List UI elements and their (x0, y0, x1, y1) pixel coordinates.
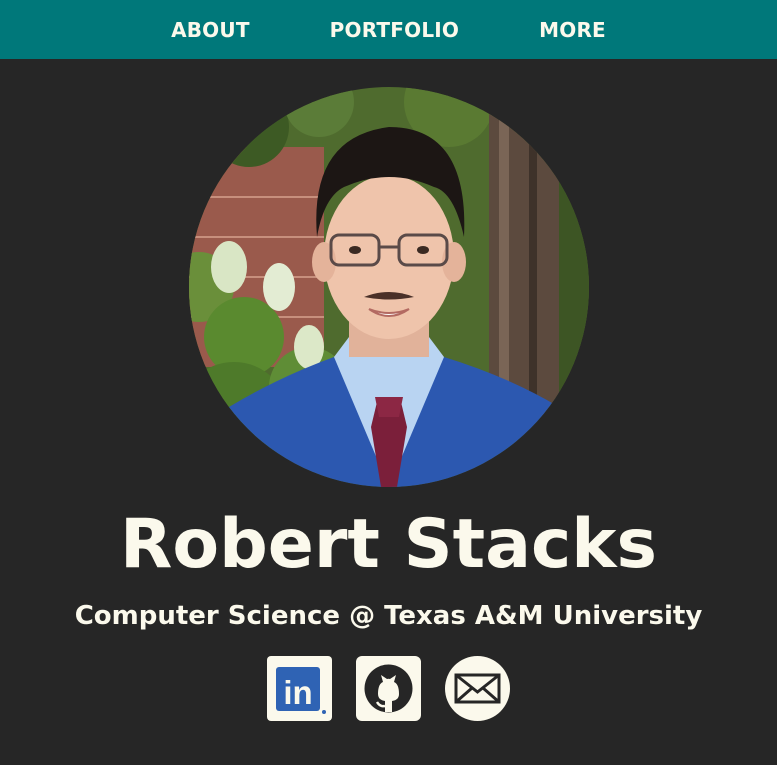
email-link[interactable] (445, 656, 510, 721)
nav-more-link[interactable]: MORE (539, 18, 606, 42)
github-icon (356, 656, 421, 721)
email-icon (445, 656, 510, 721)
social-links: in (0, 656, 777, 721)
hero-section: Robert Stacks Computer Science @ Texas A… (0, 59, 777, 765)
nav-portfolio-link[interactable]: PORTFOLIO (330, 18, 459, 42)
linkedin-link[interactable]: in (267, 656, 332, 721)
nav-about-link[interactable]: ABOUT (171, 18, 250, 42)
profile-subtitle: Computer Science @ Texas A&M University (74, 601, 703, 631)
github-link[interactable] (356, 656, 421, 721)
linkedin-icon: in (267, 656, 332, 721)
profile-name: Robert Stacks (120, 505, 657, 584)
profile-photo (189, 87, 589, 487)
top-navigation: ABOUT PORTFOLIO MORE (0, 0, 777, 59)
linkedin-glyph: in (283, 674, 312, 711)
profile-photo-image (189, 87, 589, 487)
